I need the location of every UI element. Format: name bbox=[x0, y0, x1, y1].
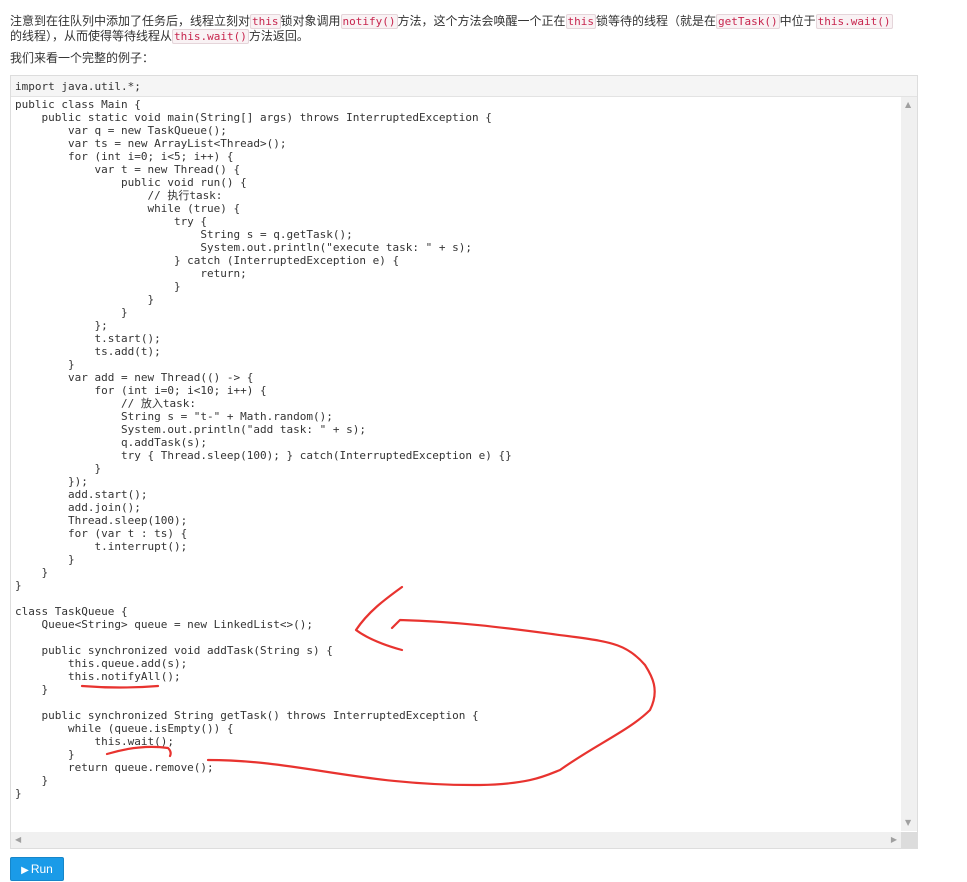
horizontal-scrollbar[interactable]: ◀ ▶ bbox=[11, 832, 901, 848]
inline-code-notify: notify() bbox=[340, 14, 398, 29]
scroll-right-icon[interactable]: ▶ bbox=[891, 836, 897, 844]
import-code: import java.util.*; bbox=[15, 80, 141, 93]
inline-code-gettask: getTask() bbox=[716, 14, 780, 29]
play-icon: ▶ bbox=[21, 865, 29, 876]
run-button-label: Run bbox=[30, 862, 53, 876]
intro-paragraph: 注意到在往队列中添加了任务后，线程立刻对 this 锁对象调用 notify() 方法，… bbox=[10, 14, 893, 44]
inline-code-wait: this.wait() bbox=[172, 29, 249, 44]
code-editor[interactable]: import java.util.*; public class Main { … bbox=[10, 75, 918, 849]
scrollbar-corner bbox=[901, 832, 917, 848]
scroll-down-icon[interactable]: ▼ bbox=[905, 819, 911, 827]
run-button[interactable]: ▶ Run bbox=[10, 857, 64, 881]
inline-code-wait: this.wait() bbox=[815, 14, 893, 29]
example-label: 我们来看一个完整的例子： bbox=[10, 51, 155, 65]
scroll-left-icon[interactable]: ◀ bbox=[15, 836, 21, 844]
inline-code-this: this bbox=[565, 14, 597, 29]
scroll-up-icon[interactable]: ▲ bbox=[905, 101, 911, 109]
inline-code-this: this bbox=[250, 14, 281, 29]
vertical-scrollbar[interactable]: ▲ ▼ bbox=[901, 97, 917, 831]
code-textarea[interactable]: public class Main { public static void m… bbox=[15, 98, 512, 800]
import-line: import java.util.*; bbox=[11, 76, 917, 97]
